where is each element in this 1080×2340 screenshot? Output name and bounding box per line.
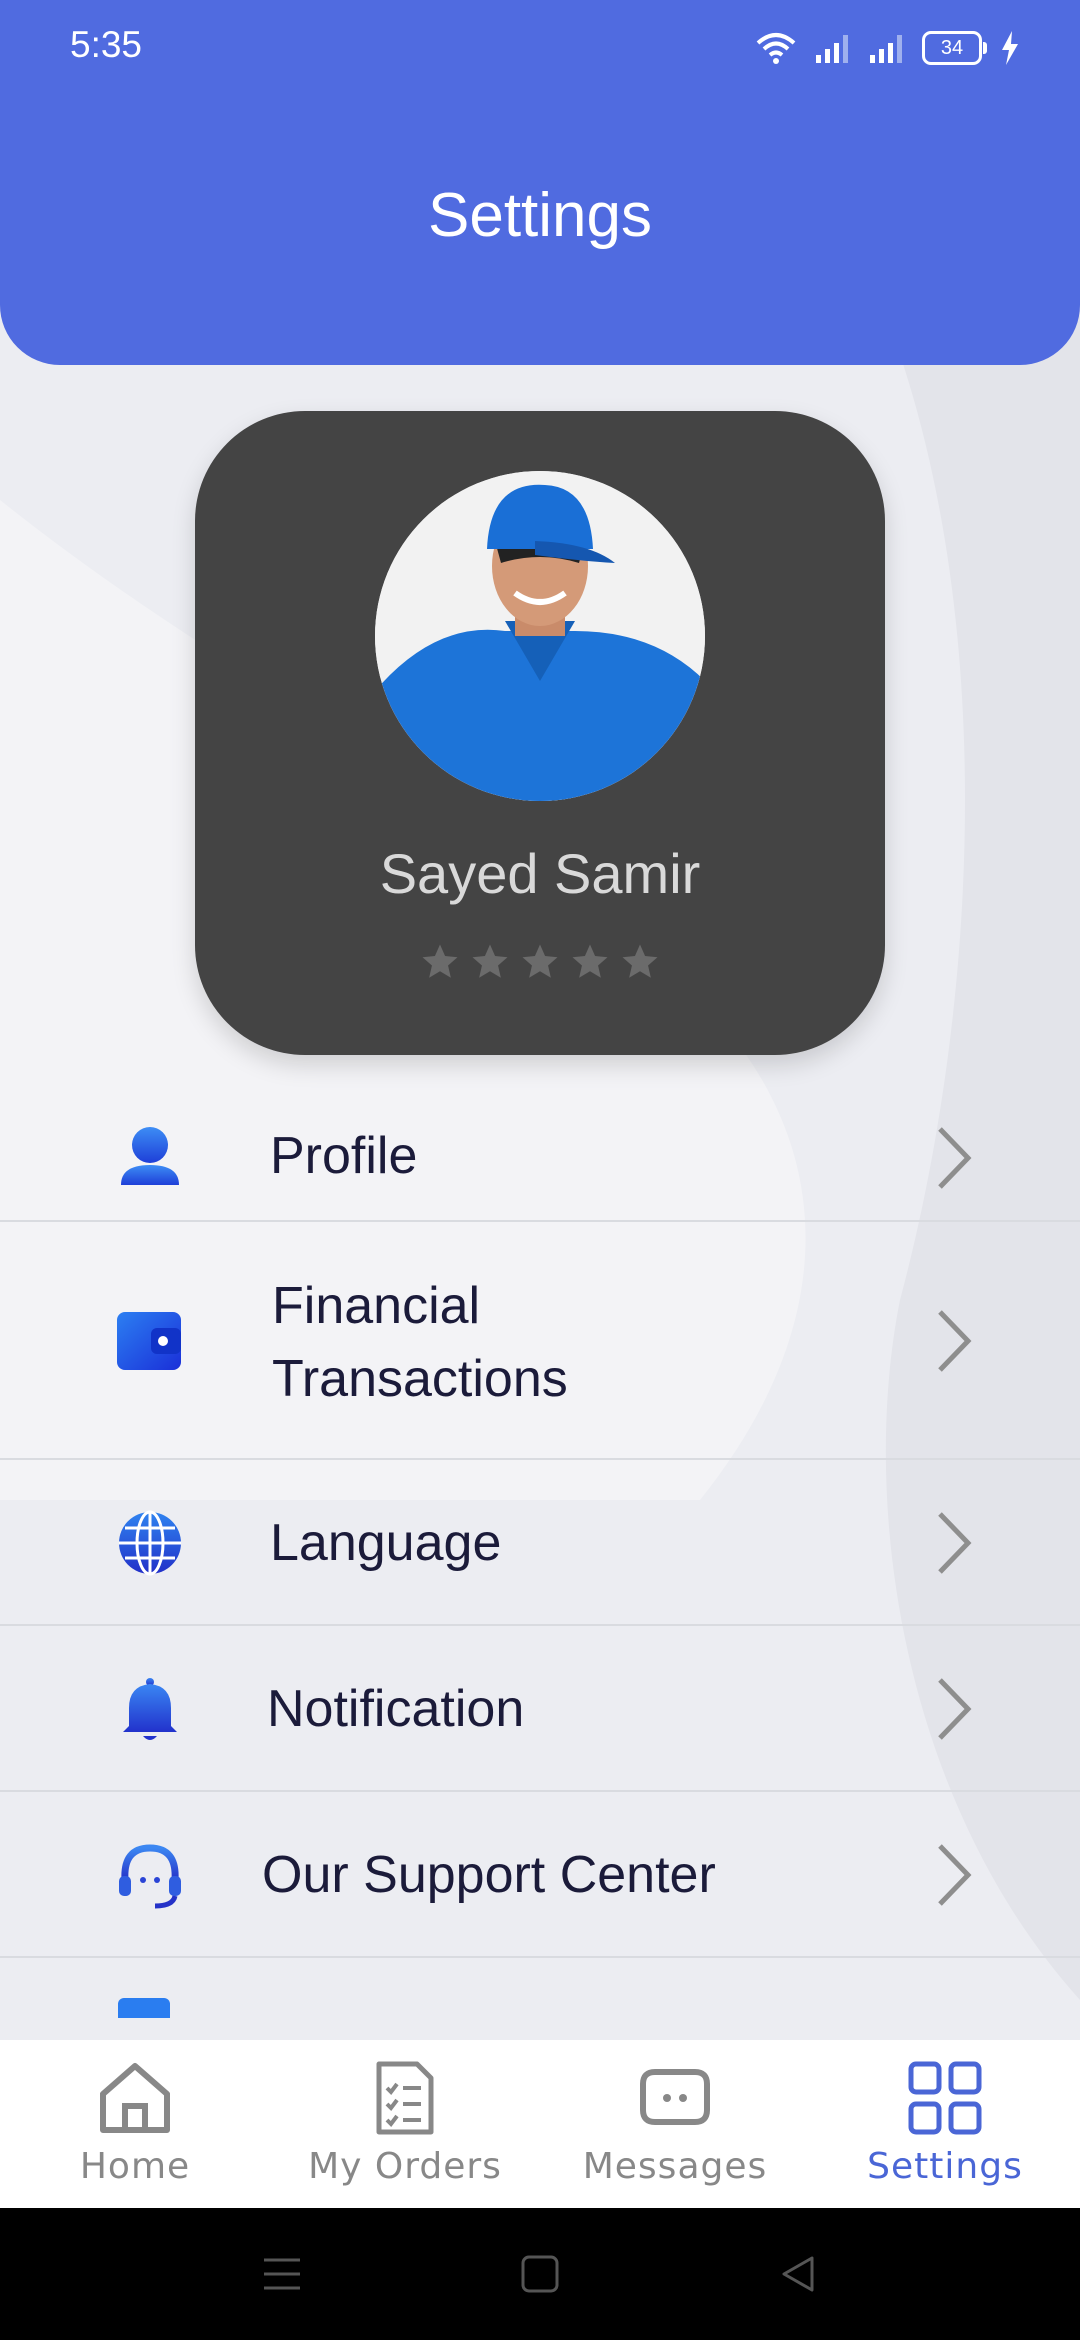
chevron-right-icon xyxy=(938,1678,972,1740)
grid-icon xyxy=(908,2061,982,2135)
star-icon xyxy=(622,944,658,978)
status-time: 5:35 xyxy=(70,24,143,65)
orders-icon xyxy=(376,2061,434,2135)
menu-item-language[interactable]: Language xyxy=(0,1460,1080,1626)
menu-item-notification[interactable]: Notification xyxy=(0,1626,1080,1792)
chevron-right-icon xyxy=(938,1310,972,1372)
bottom-navigation: Home My Orders Messages Settings xyxy=(0,2040,1080,2208)
star-icon xyxy=(472,944,508,978)
user-name: Sayed Samir xyxy=(379,842,701,905)
chevron-right-icon xyxy=(938,1127,972,1189)
rating-stars xyxy=(195,941,885,983)
chevron-right-icon xyxy=(938,1844,972,1906)
chevron-right-icon xyxy=(938,1512,972,1574)
avatar[interactable] xyxy=(375,471,705,801)
home-icon xyxy=(100,2063,170,2133)
profile-card: Sayed Samir xyxy=(195,411,885,1055)
messages-icon xyxy=(640,2069,710,2125)
charging-icon xyxy=(1002,31,1018,65)
wallet-icon xyxy=(117,1312,181,1370)
nav-settings[interactable]: Settings xyxy=(810,2058,1080,2208)
menu-label-transactions: Transactions xyxy=(272,1350,568,1408)
nav-my-orders-label: My Orders xyxy=(308,2146,502,2187)
user-icon xyxy=(121,1127,179,1185)
menu-item-financial-transactions[interactable]: Financial Transactions xyxy=(0,1222,1080,1460)
page-title: Settings xyxy=(427,181,653,250)
signal-icon xyxy=(870,35,902,63)
battery-icon: 34 xyxy=(922,31,987,65)
menu-item-profile[interactable]: Profile xyxy=(0,1090,1080,1222)
wifi-icon xyxy=(756,33,796,64)
nav-my-orders[interactable]: My Orders xyxy=(270,2058,540,2208)
menu-icon[interactable] xyxy=(262,2254,302,2294)
signal-icon xyxy=(816,35,848,63)
header: 5:35 34 Settings xyxy=(0,0,1080,365)
menu-label-support-center: Our Support Center xyxy=(262,1846,716,1904)
globe-icon xyxy=(119,1510,181,1576)
nav-messages-label: Messages xyxy=(582,2146,768,2187)
nav-settings-label: Settings xyxy=(867,2146,1023,2187)
menu-item-support-center[interactable]: Our Support Center xyxy=(0,1792,1080,1958)
star-icon xyxy=(522,944,558,978)
status-icons: 34 xyxy=(756,26,1020,70)
back-icon[interactable] xyxy=(778,2254,818,2294)
nav-home[interactable]: Home xyxy=(0,2058,270,2208)
bell-icon xyxy=(123,1678,177,1740)
menu-label-notification: Notification xyxy=(267,1680,525,1738)
avatar-image xyxy=(375,471,705,801)
settings-menu: Profile Financial Transactions Language xyxy=(0,1090,1080,2078)
system-navigation-bar xyxy=(0,2208,1080,2340)
star-icon xyxy=(422,944,458,978)
document-icon xyxy=(118,1998,170,2018)
star-icon xyxy=(572,944,608,978)
menu-label-profile: Profile xyxy=(270,1127,418,1185)
menu-label-language: Language xyxy=(270,1514,502,1572)
home-square-icon[interactable] xyxy=(520,2254,560,2294)
status-bar: 5:35 34 xyxy=(0,0,1080,95)
nav-messages[interactable]: Messages xyxy=(540,2058,810,2208)
headset-icon xyxy=(119,1844,181,1909)
nav-home-label: Home xyxy=(79,2146,191,2187)
menu-label-financial: Financial xyxy=(272,1277,481,1335)
